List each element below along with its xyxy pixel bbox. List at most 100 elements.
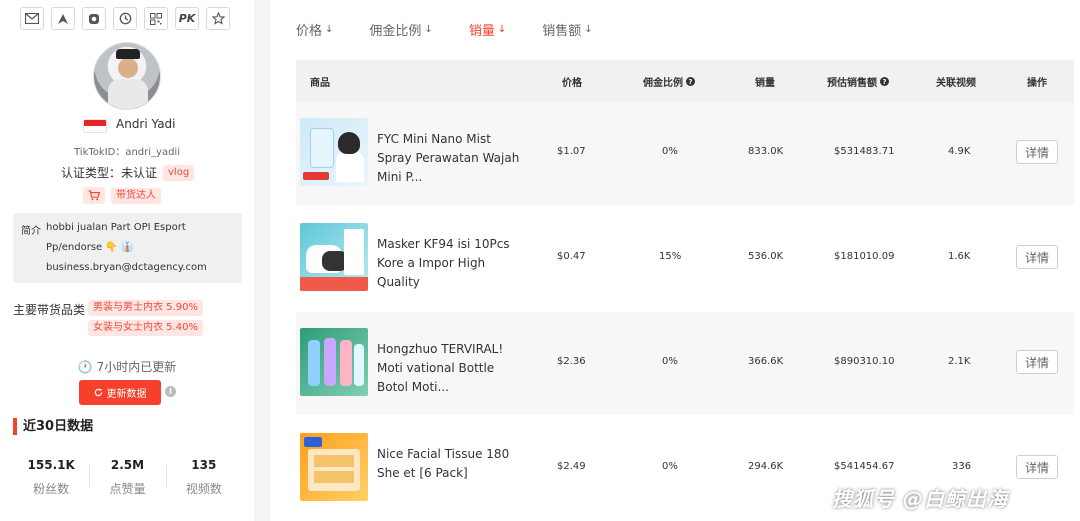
sort-arrow-icon: ↓ <box>497 24 507 35</box>
commission-cell: 15% <box>659 251 682 262</box>
stats-row: 155.1K 粉丝数 2.5M 点赞量 135 视频数 <box>13 455 242 497</box>
sort-label: 销售额 <box>542 24 582 39</box>
commission-cell: 0% <box>662 461 678 472</box>
send-icon[interactable] <box>51 7 75 30</box>
refresh-data-label: 更新数据 <box>106 389 147 400</box>
column-header: 佣金比例 <box>643 78 683 89</box>
refresh-icon <box>94 388 102 397</box>
sort-tab-revenue[interactable]: 销售额 ↓ <box>542 20 592 39</box>
sales-cell: 366.6K <box>748 356 784 367</box>
column-header: 关联视频 <box>936 78 976 89</box>
pk-icon[interactable]: PK <box>175 7 199 30</box>
sort-tab-commission[interactable]: 佣金比例 ↓ <box>369 20 432 39</box>
info-icon[interactable]: ? <box>686 77 695 86</box>
sales-cell: 536.0K <box>748 251 784 262</box>
auth-tag: vlog <box>163 164 195 181</box>
product-name[interactable]: FYC Mini Nano Mist Spray Perawatan Wajah… <box>377 130 525 187</box>
price-cell: $2.49 <box>557 461 586 472</box>
section-title-30-days: 近30日数据 <box>13 418 93 435</box>
product-thumbnail[interactable] <box>300 118 368 186</box>
revenue-cell: $541454.67 <box>834 461 895 472</box>
sort-arrow-icon: ↓ <box>584 24 593 35</box>
videos-cell: 2.1K <box>948 356 971 367</box>
indonesia-flag-icon <box>83 119 107 133</box>
column-header: 销量 <box>755 78 775 89</box>
auth-type-label: 认证类型：未认证 <box>61 166 158 180</box>
sales-cell: 833.0K <box>748 146 784 157</box>
stat-value: 135 <box>191 458 217 472</box>
history-icon[interactable] <box>113 7 137 30</box>
stat-videos: 135 视频数 <box>165 455 242 497</box>
product-thumbnail[interactable] <box>300 433 368 501</box>
table-row[interactable]: FYC Mini Nano Mist Spray Perawatan Wajah… <box>296 102 1074 205</box>
stat-label: 粉丝数 <box>33 482 70 496</box>
table-row[interactable]: Hongzhuo TERVIRAL! Moti vational Bottle … <box>296 312 1074 415</box>
influencer-profile-panel: PK Andri Yadi TikTokID：andri_yadii 认证类型：… <box>0 0 254 521</box>
table-row[interactable]: Masker KF94 isi 10Pcs Kore a Impor High … <box>296 207 1074 310</box>
tiktok-id: TikTokID：andri_yadii <box>74 147 180 158</box>
sort-arrow-icon: ↓ <box>424 24 433 35</box>
bio-label: 简介 <box>21 226 41 237</box>
videos-cell: 336 <box>952 461 972 472</box>
column-header: 商品 <box>310 78 330 89</box>
instagram-icon[interactable] <box>82 7 106 30</box>
info-icon[interactable]: i <box>165 386 176 397</box>
price-cell: $0.47 <box>557 251 586 262</box>
profile-toolbar: PK <box>20 7 230 30</box>
influencer-name: Andri Yadi <box>116 117 176 131</box>
stat-followers: 155.1K 粉丝数 <box>13 455 89 497</box>
category-tag: 男装与男士内衣 5.90% <box>88 300 203 316</box>
column-header-revenue: 预估销售额? <box>827 74 889 89</box>
seller-tag: 带货达人 <box>111 187 161 204</box>
info-icon[interactable]: ? <box>880 77 889 86</box>
sort-arrow-icon: ↓ <box>325 24 334 35</box>
product-name[interactable]: Masker KF94 isi 10Pcs Kore a Impor High … <box>377 235 525 292</box>
product-list-panel: 价格 ↓ 佣金比例 ↓ 销量 ↓ 销售额 ↓ 商品 价格 佣金比例? 销量 预估销售额?… <box>270 0 1080 521</box>
videos-cell: 4.9K <box>948 146 971 157</box>
product-thumbnail[interactable] <box>300 328 368 396</box>
star-icon[interactable] <box>206 7 230 30</box>
sort-label: 销量 <box>468 24 495 39</box>
refresh-data-button[interactable]: 更新数据 <box>79 380 161 405</box>
auth-type: 认证类型：未认证 vlog <box>61 164 195 181</box>
sort-tab-sales[interactable]: 销量 ↓ <box>469 20 506 39</box>
commission-cell: 0% <box>662 356 678 367</box>
stat-value: 155.1K <box>27 458 75 472</box>
watermark: 搜狐号 @白鲸出海 <box>832 487 1008 511</box>
column-header-commission: 佣金比例? <box>643 74 695 89</box>
bio-line: hobbi jualan Part OPI Esport <box>46 222 186 233</box>
stat-value: 2.5M <box>110 458 145 472</box>
sales-cell: 294.6K <box>748 461 784 472</box>
column-header: 操作 <box>1027 78 1047 89</box>
sort-label: 价格 <box>296 24 323 39</box>
stat-label: 视频数 <box>185 482 222 496</box>
column-header: 价格 <box>562 78 582 89</box>
qrcode-icon[interactable] <box>144 7 168 30</box>
revenue-cell: $890310.10 <box>834 356 895 367</box>
table-header: 商品 价格 佣金比例? 销量 预估销售额? 关联视频 操作 <box>296 60 1074 102</box>
sort-tab-price[interactable]: 价格 ↓ <box>296 20 333 39</box>
revenue-cell: $181010.09 <box>834 251 895 262</box>
mail-icon[interactable] <box>20 7 44 30</box>
product-name[interactable]: Nice Facial Tissue 180 She et [6 Pack] <box>377 445 525 483</box>
bio-line: Pp/endorse 👇 👔 <box>46 242 134 253</box>
product-thumbnail[interactable] <box>300 223 368 291</box>
price-cell: $2.36 <box>557 356 586 367</box>
product-name[interactable]: Hongzhuo TERVIRAL! Moti vational Bottle … <box>377 340 525 397</box>
category-tag: 女装与女士内衣 5.40% <box>88 320 203 336</box>
seller-badge: 带货达人 <box>83 187 161 204</box>
detail-button[interactable]: 详情 <box>1016 455 1058 479</box>
detail-button[interactable]: 详情 <box>1016 245 1058 269</box>
detail-button[interactable]: 详情 <box>1016 350 1058 374</box>
column-header: 预估销售额 <box>827 78 877 89</box>
update-status: 🕐 7小时内已更新 <box>77 360 177 374</box>
price-cell: $1.07 <box>557 146 586 157</box>
bio-line: business.bryan@dctagency.com <box>46 262 207 273</box>
stat-likes: 2.5M 点赞量 <box>89 455 165 497</box>
avatar <box>93 42 161 110</box>
sort-tabs: 价格 ↓ 佣金比例 ↓ 销量 ↓ 销售额 ↓ <box>296 20 593 39</box>
bio-box: 简介 hobbi jualan Part OPI Esport Pp/endor… <box>13 213 242 283</box>
shopping-cart-icon <box>83 187 105 204</box>
commission-cell: 0% <box>662 146 678 157</box>
detail-button[interactable]: 详情 <box>1016 140 1058 164</box>
